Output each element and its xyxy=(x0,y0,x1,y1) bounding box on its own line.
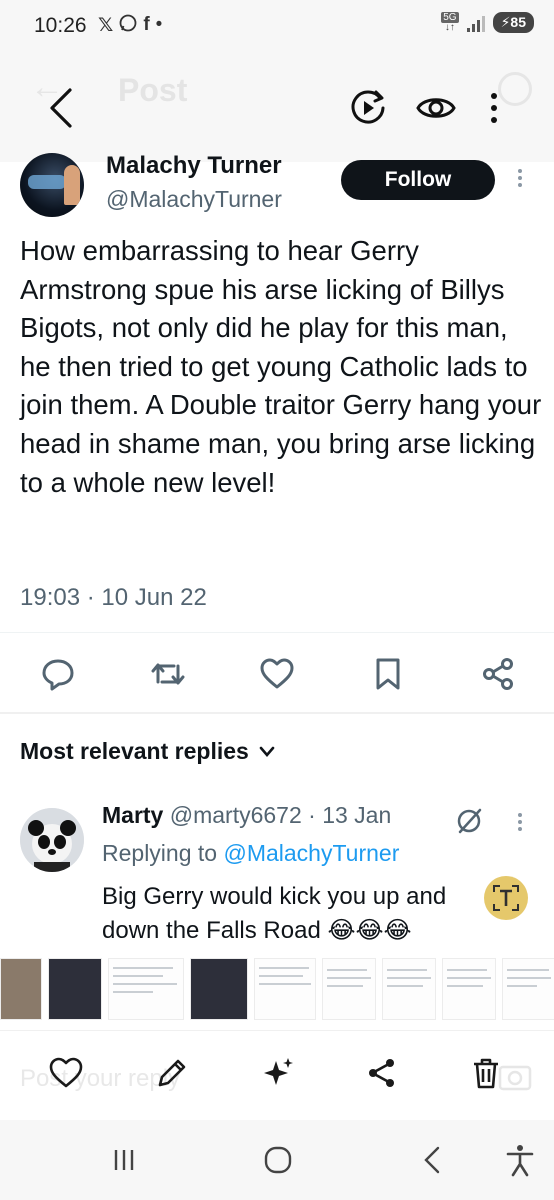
home-button[interactable] xyxy=(258,1142,298,1178)
home-icon xyxy=(264,1146,292,1174)
eye-icon xyxy=(416,98,456,118)
overflow-menu-button[interactable] xyxy=(484,86,504,130)
replying-prefix: Replying to xyxy=(102,840,218,866)
ghost-camera-icon xyxy=(498,1061,532,1096)
sparkle-icon xyxy=(264,1058,293,1085)
screenshot-thumbnail-strip xyxy=(0,958,554,1022)
share-nodes-icon xyxy=(369,1059,394,1087)
back-button[interactable] xyxy=(42,84,82,132)
thumbnail[interactable] xyxy=(382,958,436,1020)
author-avatar[interactable] xyxy=(20,153,84,217)
thumbnail[interactable] xyxy=(190,958,248,1020)
system-navigation-bar xyxy=(0,1120,554,1200)
panda-avatar-icon xyxy=(20,808,84,872)
section-divider xyxy=(0,712,554,714)
bookmark-icon xyxy=(376,658,400,690)
capture-play-icon xyxy=(351,90,385,124)
replying-to-mention[interactable]: @MalachyTurner xyxy=(223,840,399,866)
facebook-icon: f xyxy=(143,14,150,35)
bookmark-button[interactable] xyxy=(370,656,406,692)
reply-header: Marty @marty6672 · 13 Jan xyxy=(102,802,391,829)
repost-button[interactable] xyxy=(150,656,186,692)
favorite-button[interactable] xyxy=(48,1055,84,1091)
grok-slash-icon[interactable] xyxy=(454,806,484,841)
author-name[interactable]: Malachy Turner xyxy=(106,152,282,180)
recents-icon xyxy=(114,1150,134,1170)
repost-icon xyxy=(151,663,185,685)
share-icon xyxy=(483,658,513,690)
thumbnail[interactable] xyxy=(0,958,42,1020)
reply-author-handle[interactable]: @marty6672 xyxy=(170,802,302,828)
chevron-left-icon xyxy=(50,88,72,128)
replies-sort-selector[interactable]: Most relevant replies xyxy=(20,738,275,765)
reply-date: · 13 Jan xyxy=(308,802,392,828)
like-button[interactable] xyxy=(259,656,295,692)
battery-indicator: ⚡85 xyxy=(492,12,534,33)
follow-button[interactable]: Follow xyxy=(341,160,495,200)
whatsapp-icon xyxy=(119,14,137,38)
heart-icon xyxy=(260,658,294,689)
status-right: 5G ↓↑ ⚡85 xyxy=(441,11,534,33)
reply-author-name[interactable]: Marty xyxy=(102,802,163,828)
thumbnail[interactable] xyxy=(48,958,102,1020)
thumbnail[interactable] xyxy=(502,958,554,1020)
post-more-icon[interactable] xyxy=(513,166,527,198)
thumbnail[interactable] xyxy=(108,958,184,1020)
signal-icon xyxy=(466,14,485,32)
replying-to: Replying to @MalachyTurner xyxy=(102,840,399,867)
thumbnail[interactable] xyxy=(254,958,316,1020)
x-app-icon: 𝕏 xyxy=(98,15,114,36)
post-action-bar xyxy=(0,648,554,702)
replies-sort-label: Most relevant replies xyxy=(20,738,249,764)
accessibility-button[interactable] xyxy=(500,1142,540,1178)
system-back-button[interactable] xyxy=(414,1142,454,1178)
post-timestamp: 19:03 · 10 Jun 22 xyxy=(20,584,207,611)
vertical-dots-icon xyxy=(491,93,497,123)
reply-button[interactable] xyxy=(40,656,76,692)
ghost-page-title: Post xyxy=(118,72,188,108)
top-app-bar: ← Post xyxy=(0,56,554,162)
status-bar: 10:26 𝕏 f • 5G ↓↑ ⚡85 xyxy=(0,0,554,56)
thumbnail[interactable] xyxy=(442,958,496,1020)
ai-enhance-button[interactable] xyxy=(260,1055,296,1091)
recent-apps-button[interactable] xyxy=(104,1142,144,1178)
thumbnail[interactable] xyxy=(322,958,376,1020)
heart-outline-icon xyxy=(49,1057,83,1088)
author-handle[interactable]: @MalachyTurner xyxy=(106,186,282,213)
status-time: 10:26 xyxy=(34,14,87,37)
reply-text: Big Gerry would kick you up and down the… xyxy=(102,883,447,944)
battery-level: 85 xyxy=(510,14,526,30)
accessibility-icon xyxy=(506,1145,534,1177)
view-button[interactable] xyxy=(414,86,456,130)
reply-more-icon[interactable] xyxy=(513,810,527,842)
status-notification-icons: 𝕏 f • xyxy=(98,14,162,38)
screen-capture-button[interactable] xyxy=(348,86,388,130)
chevron-down-icon xyxy=(259,746,275,757)
share-button[interactable] xyxy=(480,656,516,692)
screenshot-edit-toolbar: Post your reply xyxy=(0,1030,554,1116)
edit-button[interactable] xyxy=(154,1055,190,1091)
reply-avatar[interactable] xyxy=(20,808,84,872)
reply-bubble-icon xyxy=(42,659,74,691)
network-badge: 5G ↓↑ xyxy=(441,11,459,33)
post-text: How embarrassing to hear Gerry Armstrong… xyxy=(20,235,542,498)
share-screenshot-button[interactable] xyxy=(364,1055,400,1091)
text-recognition-icon[interactable] xyxy=(484,876,528,920)
divider xyxy=(0,632,554,633)
dot-icon: • xyxy=(155,14,163,35)
pencil-icon xyxy=(158,1059,186,1087)
back-chevron-icon xyxy=(424,1146,440,1174)
